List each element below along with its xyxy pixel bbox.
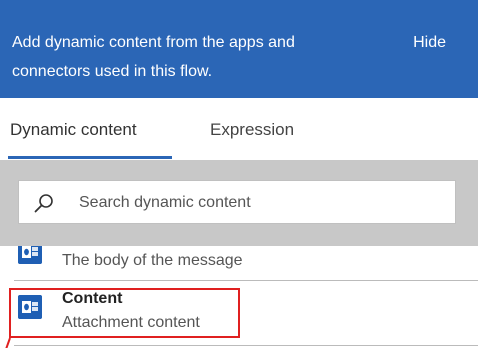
highlight-box — [9, 288, 240, 338]
search-icon — [34, 194, 53, 213]
active-tab-indicator — [8, 156, 172, 159]
search-input[interactable] — [77, 181, 451, 225]
tab-dynamic-content[interactable]: Dynamic content — [10, 120, 137, 140]
annotation-pointer — [5, 338, 11, 348]
search-box[interactable] — [18, 180, 456, 225]
dynamic-content-list: The body of the message Content Attachme… — [0, 246, 478, 348]
panel-header: Add dynamic content from the apps and co… — [0, 0, 478, 98]
header-message: Add dynamic content from the apps and co… — [12, 34, 295, 80]
search-area — [0, 160, 478, 246]
tab-expression[interactable]: Expression — [210, 120, 294, 140]
tab-bar: Dynamic content Expression — [0, 98, 478, 160]
dynamic-content-panel: Add dynamic content from the apps and co… — [0, 0, 478, 348]
hide-button[interactable]: Hide — [413, 28, 446, 57]
divider — [14, 345, 478, 346]
list-item[interactable]: The body of the message — [0, 246, 478, 278]
outlook-icon — [18, 246, 42, 264]
divider — [14, 280, 478, 281]
item-description: The body of the message — [62, 252, 243, 269]
